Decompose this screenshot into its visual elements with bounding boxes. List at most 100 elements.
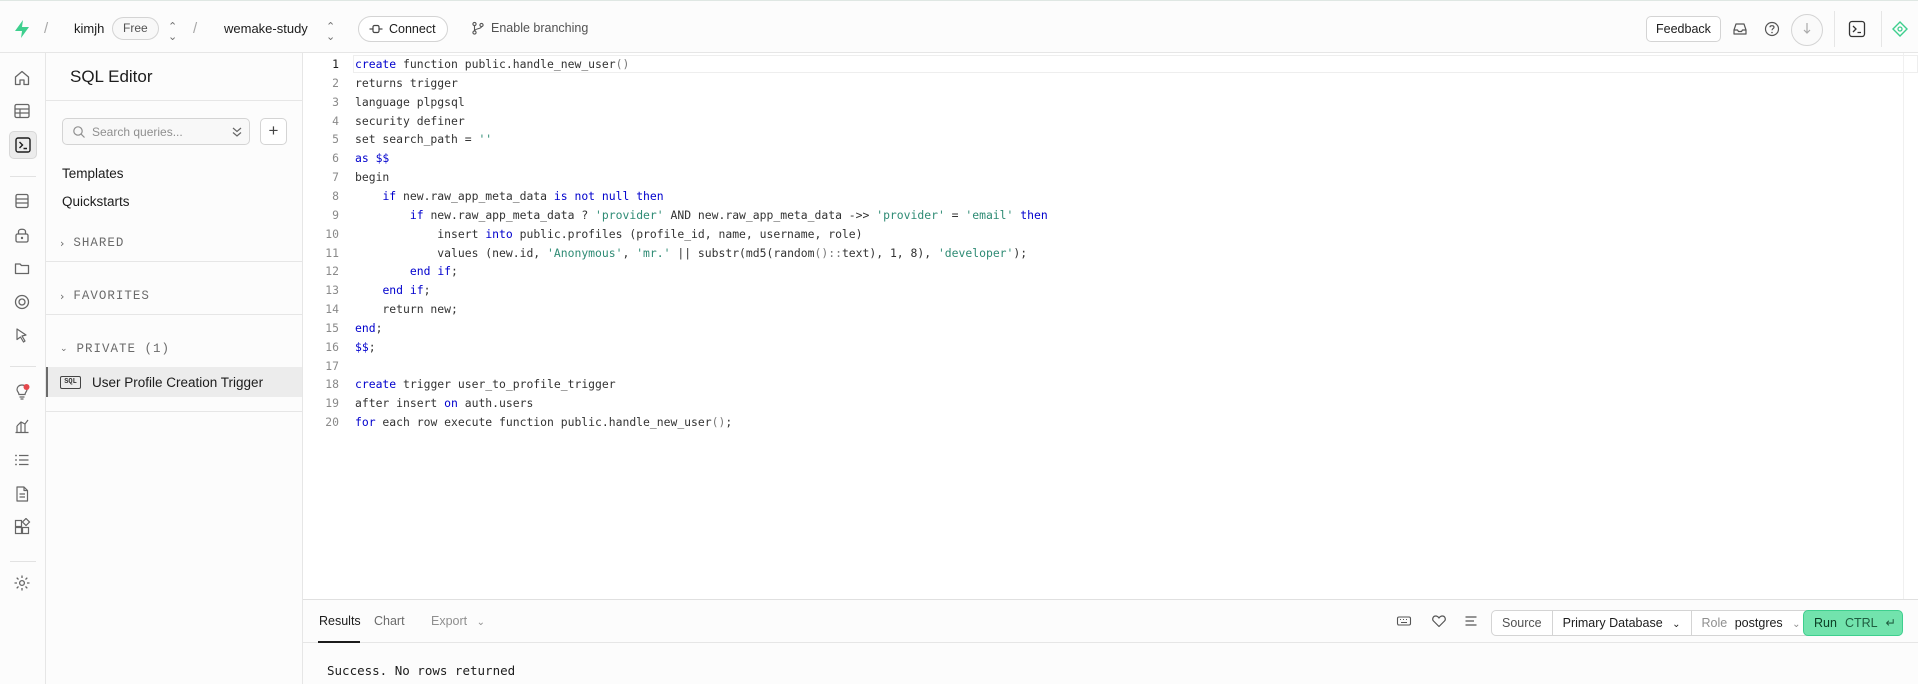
- run-label: Run: [1814, 616, 1837, 630]
- query-item-user-profile-creation-trigger[interactable]: SQL User Profile Creation Trigger: [46, 367, 302, 397]
- code-line[interactable]: 17: [303, 357, 1903, 375]
- code-line[interactable]: 10 insert into public.profiles (profile_…: [303, 225, 1903, 243]
- realtime-icon[interactable]: [11, 291, 33, 313]
- integrations-icon[interactable]: [11, 516, 33, 538]
- org-switcher-chevron-icon[interactable]: ⌃ ⌄: [168, 22, 177, 43]
- role-selector[interactable]: Role postgres ⌄: [1692, 611, 1811, 635]
- project-switcher-chevron-icon[interactable]: ⌃ ⌄: [326, 22, 335, 43]
- reports-icon[interactable]: [11, 415, 33, 437]
- line-number: 10: [325, 226, 339, 241]
- code-text: begin: [355, 170, 390, 185]
- chevrons-down-icon[interactable]: [231, 125, 243, 139]
- connect-label: Connect: [389, 22, 436, 36]
- home-icon[interactable]: [11, 67, 33, 89]
- top-bar: / kimjh Free ⌃ ⌄ / wemake-study ⌃ ⌄ Connec…: [0, 0, 1918, 53]
- database-selector[interactable]: Primary Database ⌄: [1553, 611, 1692, 635]
- breadcrumb-separator: /: [193, 20, 198, 37]
- source-label: Source: [1492, 611, 1553, 635]
- section-shared-label: SHARED: [73, 236, 125, 250]
- logs-icon[interactable]: [11, 449, 33, 471]
- active-tab-indicator: [318, 641, 360, 643]
- tab-export[interactable]: Export ⌄: [431, 614, 485, 628]
- code-line[interactable]: 2 returns trigger: [303, 74, 1903, 92]
- code-line[interactable]: 18 create trigger user_to_profile_trigger: [303, 375, 1903, 393]
- assistant-icon[interactable]: [1891, 20, 1909, 38]
- code-line[interactable]: 5 set search_path = '': [303, 130, 1903, 148]
- terminal-icon[interactable]: [1848, 20, 1866, 38]
- results-panel: Results Chart Export ⌄ Source Primary Da…: [303, 599, 1918, 684]
- run-button[interactable]: Run CTRL ↵: [1803, 610, 1903, 636]
- code-line[interactable]: 20 for each row execute function public.h…: [303, 413, 1903, 431]
- section-private[interactable]: ⌄ PRIVATE (1): [60, 342, 170, 356]
- project-name[interactable]: wemake-study: [224, 21, 308, 36]
- avatar[interactable]: [1791, 14, 1823, 46]
- keyboard-icon[interactable]: [1396, 613, 1412, 629]
- code-line[interactable]: 7 begin: [303, 168, 1903, 186]
- code-line[interactable]: 6 as $$: [303, 149, 1903, 167]
- search-box[interactable]: [62, 118, 250, 145]
- chevron-down-icon: ⌄: [1672, 619, 1681, 630]
- breadcrumb-separator: /: [44, 20, 49, 37]
- section-shared[interactable]: › SHARED: [60, 236, 124, 250]
- rail-divider: [10, 176, 36, 177]
- enable-branching-button[interactable]: Enable branching: [471, 21, 588, 35]
- line-number: 2: [332, 75, 339, 90]
- sql-editor-icon[interactable]: [9, 131, 37, 159]
- role-value: postgres: [1734, 616, 1783, 630]
- code-line[interactable]: 11 values (new.id, 'Anonymous', 'mr.' ||…: [303, 244, 1903, 262]
- section-private-label: PRIVATE (1): [76, 342, 171, 356]
- supabase-logo-icon[interactable]: [12, 19, 32, 39]
- inbox-icon[interactable]: [1731, 20, 1749, 38]
- result-message: Success. No rows returned: [327, 663, 516, 678]
- code-line[interactable]: 16 $$;: [303, 338, 1903, 356]
- code-line[interactable]: 9 if new.raw_app_meta_data ? 'provider' …: [303, 206, 1903, 224]
- database-icon[interactable]: [11, 190, 33, 212]
- line-number: 11: [325, 245, 339, 260]
- section-favorites-label: FAVORITES: [73, 289, 150, 303]
- code-line[interactable]: 19 after insert on auth.users: [303, 394, 1903, 412]
- source-selector: Source Primary Database ⌄ Role postgres …: [1491, 610, 1812, 636]
- feedback-button[interactable]: Feedback: [1646, 16, 1721, 42]
- git-branch-icon: [472, 21, 484, 35]
- chevron-down-icon: ⌄: [60, 344, 69, 354]
- sidebar-divider: [46, 411, 302, 412]
- code-line[interactable]: 8 if new.raw_app_meta_data is not null t…: [303, 187, 1903, 205]
- org-name[interactable]: kimjh: [74, 21, 104, 36]
- code-line[interactable]: 12 end if;: [303, 262, 1903, 280]
- code-line[interactable]: 4 security definer: [303, 112, 1903, 130]
- code-line[interactable]: 13 end if;: [303, 281, 1903, 299]
- code-line[interactable]: 1 create function public.handle_new_user(…: [303, 55, 1903, 73]
- branching-label: Enable branching: [491, 21, 589, 35]
- advisors-icon[interactable]: [11, 381, 33, 403]
- tab-chart[interactable]: Chart: [374, 614, 405, 628]
- database-label: Primary Database: [1562, 616, 1663, 630]
- sidebar-divider: [46, 314, 302, 315]
- table-editor-icon[interactable]: [11, 100, 33, 122]
- sidebar-item-quickstarts[interactable]: Quickstarts: [62, 194, 130, 209]
- editor-scrollbar[interactable]: [1903, 53, 1918, 599]
- help-icon[interactable]: [1763, 20, 1781, 38]
- sidebar-item-templates[interactable]: Templates: [62, 166, 124, 181]
- code-line[interactable]: 3 language plpgsql: [303, 93, 1903, 111]
- line-number: 16: [325, 339, 339, 354]
- connect-button[interactable]: Connect: [358, 16, 448, 42]
- code-editor[interactable]: 1 create function public.handle_new_user(…: [303, 53, 1918, 599]
- export-label: Export: [431, 614, 468, 628]
- chevron-down-icon: ⌄: [476, 617, 486, 628]
- format-align-icon[interactable]: [1463, 613, 1479, 629]
- code-text: as $$: [355, 151, 390, 166]
- section-favorites[interactable]: › FAVORITES: [60, 289, 150, 303]
- storage-icon[interactable]: [11, 257, 33, 279]
- settings-icon[interactable]: [11, 572, 33, 594]
- api-docs-icon[interactable]: [11, 483, 33, 505]
- rail-divider: [10, 366, 36, 367]
- edge-functions-icon[interactable]: [11, 324, 33, 346]
- code-line[interactable]: 15 end;: [303, 319, 1903, 337]
- tab-results[interactable]: Results: [319, 614, 361, 628]
- auth-icon[interactable]: [11, 224, 33, 246]
- search-input[interactable]: [92, 124, 222, 139]
- heart-icon[interactable]: [1431, 613, 1447, 629]
- code-text: create trigger user_to_profile_trigger: [355, 377, 616, 392]
- code-line[interactable]: 14 return new;: [303, 300, 1903, 318]
- new-query-button[interactable]: +: [260, 118, 287, 145]
